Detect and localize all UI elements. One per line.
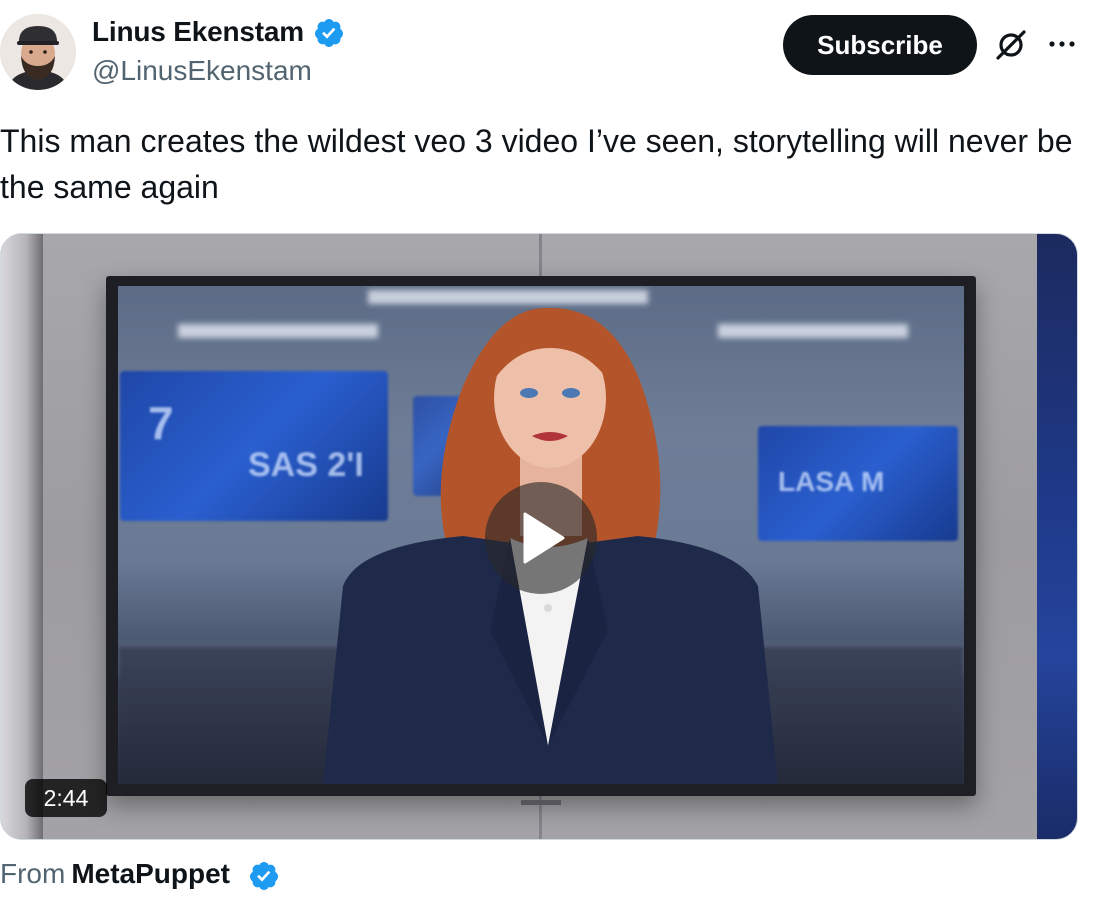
avatar[interactable] <box>0 14 76 90</box>
subscribe-button[interactable]: Subscribe <box>783 15 977 75</box>
source-verified-badge-icon[interactable] <box>248 860 280 892</box>
post-card: Linus Ekenstam @LinusEkenstam Subscribe … <box>0 0 1112 900</box>
author-handle[interactable]: @LinusEkenstam <box>92 55 312 87</box>
tv-stand <box>521 800 561 805</box>
play-icon <box>523 512 565 564</box>
verified-badge-icon[interactable] <box>313 17 345 49</box>
video-player[interactable]: 7 SAS 2'I LASA M 2:44 <box>0 233 1078 840</box>
video-frame-wall-left <box>1 234 43 839</box>
video-duration-badge: 2:44 <box>25 779 107 817</box>
from-label: From <box>0 858 66 889</box>
post-text: This man creates the wildest veo 3 video… <box>0 123 1073 205</box>
video-attribution: From MetaPuppet <box>0 858 230 890</box>
grok-icon[interactable] <box>993 27 1029 63</box>
avatar-photo-icon <box>0 14 76 90</box>
source-account-link[interactable]: MetaPuppet <box>71 858 230 889</box>
play-button[interactable] <box>485 482 597 594</box>
video-frame-wall-right <box>1037 234 1077 839</box>
more-icon[interactable] <box>1044 32 1080 56</box>
author-name[interactable]: Linus Ekenstam <box>92 16 304 48</box>
